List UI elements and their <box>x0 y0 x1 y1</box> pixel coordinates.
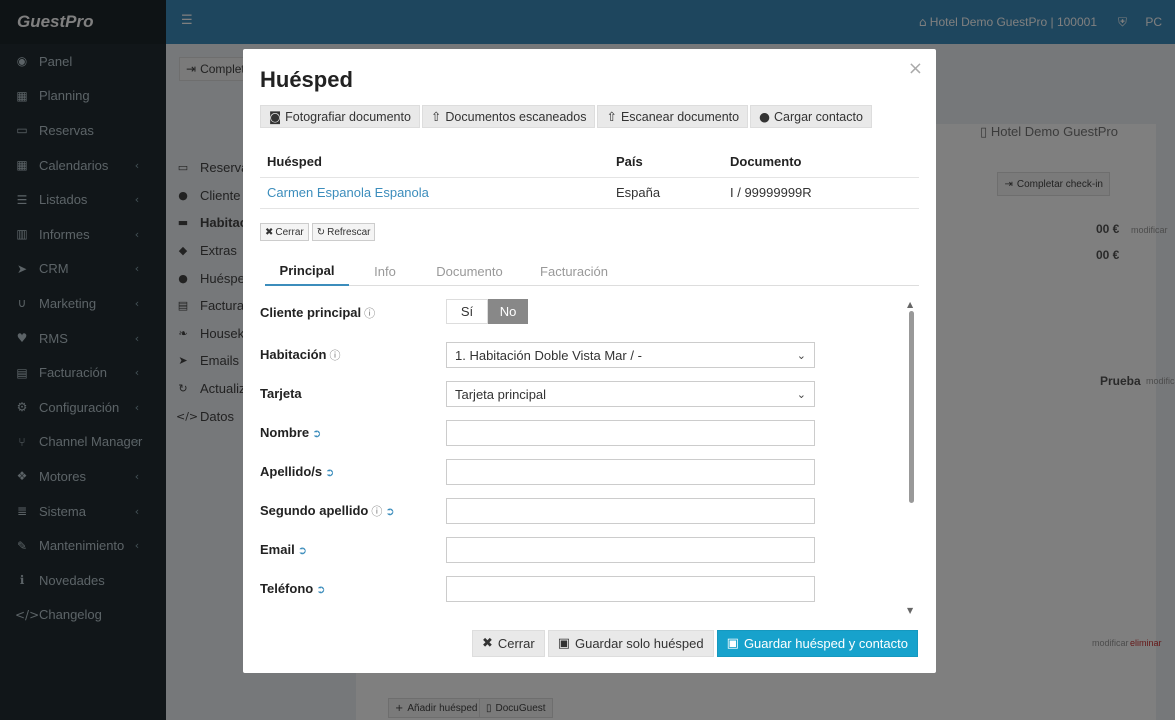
arrow-circle-right-icon[interactable]: ➲ <box>325 466 334 479</box>
scroll-down-icon[interactable]: ▼ <box>907 606 913 615</box>
guest-tabs: Principal Info Documento Facturación <box>265 257 919 286</box>
email-label: Email ➲ <box>260 542 307 557</box>
telefono-text: Teléfono <box>260 581 314 596</box>
row-nombre: Nombre ➲ <box>260 420 820 446</box>
modal-title: Huésped <box>260 67 353 92</box>
action-label: Fotografiar documento <box>285 109 411 124</box>
col-header-country: País <box>609 147 723 178</box>
email-field[interactable] <box>446 537 815 563</box>
save-guest-button[interactable]: ▣ Guardar solo huésped <box>547 630 714 657</box>
upload-icon: ⇧ <box>430 109 442 124</box>
scroll-thumb[interactable] <box>909 311 914 503</box>
guest-modal: Huésped × ◙ Fotografiar documento ⇧ Documen… <box>243 49 936 673</box>
tarjeta-select[interactable]: Tarjeta principal ⌄ <box>446 381 815 407</box>
cliente-principal-label: Cliente principal ⓘ <box>260 305 375 321</box>
tarjeta-label: Tarjeta <box>260 386 302 401</box>
action-label: Cargar contacto <box>774 109 863 124</box>
toggle-no[interactable]: No <box>488 299 528 324</box>
chevron-down-icon: ⌄ <box>796 348 806 362</box>
habitacion-label: Habitación ⓘ <box>260 347 340 363</box>
refresh-icon: ↻ <box>316 226 326 238</box>
cliente-principal-text: Cliente principal <box>260 305 362 320</box>
row-cliente-principal: Cliente principal ⓘ Sí No <box>260 299 820 326</box>
nombre-text: Nombre <box>260 425 310 440</box>
form-scrollbar[interactable]: ▲ ▼ <box>906 300 916 615</box>
close-icon[interactable]: × <box>908 58 923 79</box>
save-guest-label: Guardar solo huésped <box>574 636 704 651</box>
segundo-apellido-label: Segundo apellido ⓘ ➲ <box>260 503 395 519</box>
document-actions: ◙ Fotografiar documento ⇧ Documentos escane… <box>260 105 872 128</box>
habitacion-select[interactable]: 1. Habitación Doble Vista Mar / - ⌄ <box>446 342 815 368</box>
info-circle-icon[interactable]: ⓘ <box>329 347 340 363</box>
save-icon: ▣ <box>557 636 570 651</box>
times-icon: ✖ <box>481 636 493 651</box>
guest-document: I / 99999999R <box>723 177 919 209</box>
scroll-up-icon[interactable]: ▲ <box>907 300 913 309</box>
tab-info[interactable]: Info <box>349 257 421 286</box>
table-actions: ✖ Cerrar ↻ Refrescar <box>260 223 376 241</box>
tarjeta-value: Tarjeta principal <box>455 386 547 402</box>
action-label: Documentos escaneados <box>445 109 587 124</box>
save-both-label: Guardar huésped y contacto <box>743 636 908 651</box>
documentos-escaneadosbutton[interactable]: ⇧ Documentos escaneados <box>421 105 596 128</box>
segundo-apellido-field[interactable] <box>446 498 815 524</box>
telefono-field[interactable] <box>446 576 815 602</box>
row-telefono: Teléfono ➲ <box>260 576 820 602</box>
email-text: Email <box>260 542 295 557</box>
refresh-button[interactable]: ↻ Refrescar <box>311 223 376 241</box>
cancel-label: Cerrar <box>497 636 535 651</box>
action-label: Escanear documento <box>620 109 740 124</box>
guest-form: Cliente principal ⓘ Sí No Habitación ⓘ 1. … <box>260 295 920 615</box>
refresh-label: Refrescar <box>327 226 371 238</box>
close-table-button[interactable]: ✖ Cerrar <box>260 223 309 241</box>
habitacion-value: 1. Habitación Doble Vista Mar / - <box>455 347 642 363</box>
arrow-circle-right-icon[interactable]: ➲ <box>385 505 394 518</box>
cancel-button[interactable]: ✖ Cerrar <box>471 630 545 657</box>
apellido-text: Apellido/s <box>260 464 323 479</box>
upload-icon: ⇧ <box>606 109 617 124</box>
tab-principal[interactable]: Principal <box>265 257 349 286</box>
arrow-circle-right-icon[interactable]: ➲ <box>298 544 307 557</box>
fotografiar-documentobutton[interactable]: ◙ Fotografiar documento <box>260 105 420 128</box>
row-segundo-apellido: Segundo apellido ⓘ ➲ <box>260 498 820 524</box>
tab-documento[interactable]: Documento <box>421 257 518 286</box>
apellido-label: Apellido/s ➲ <box>260 464 334 479</box>
escanear-documentobutton[interactable]: ⇧ Escanear documento <box>597 105 749 128</box>
segundo-apellido-text: Segundo apellido <box>260 503 369 518</box>
guest-name-link[interactable]: Carmen Espanola Espanola <box>260 177 609 209</box>
row-habitacion: Habitación ⓘ 1. Habitación Doble Vista Ma… <box>260 342 820 368</box>
guest-country: España <box>609 177 723 209</box>
times-icon: ✖ <box>265 226 274 238</box>
nombre-label: Nombre ➲ <box>260 425 321 440</box>
telefono-label: Teléfono ➲ <box>260 581 325 596</box>
tab-facturacion[interactable]: Facturación <box>518 257 630 286</box>
row-email: Email ➲ <box>260 537 820 563</box>
chevron-down-icon: ⌄ <box>796 387 806 401</box>
guest-table: Huésped País Documento Carmen Espanola E… <box>260 147 919 209</box>
arrow-circle-right-icon[interactable]: ➲ <box>316 583 325 596</box>
modal-footer: ✖ Cerrar ▣ Guardar solo huésped ▣ Guardar h… <box>471 630 918 657</box>
cliente-principal-toggle: Sí No <box>446 299 528 324</box>
cargar-contactobutton[interactable]: ● Cargar contacto <box>750 105 872 128</box>
info-circle-icon[interactable]: ⓘ <box>364 305 375 321</box>
row-tarjeta: Tarjeta Tarjeta principal ⌄ <box>260 381 820 407</box>
col-header-guest: Huésped <box>260 147 609 178</box>
save-icon: ▣ <box>726 636 739 651</box>
arrow-circle-right-icon[interactable]: ➲ <box>312 427 321 440</box>
close-table-label: Cerrar <box>275 226 304 238</box>
habitacion-text: Habitación <box>260 347 327 362</box>
info-circle-icon[interactable]: ⓘ <box>371 503 382 519</box>
toggle-yes[interactable]: Sí <box>446 299 488 324</box>
apellido-field[interactable] <box>446 459 815 485</box>
table-row[interactable]: Carmen Espanola Espanola España I / 9999… <box>260 177 919 209</box>
nombre-field[interactable] <box>446 420 815 446</box>
user-plus-icon: ● <box>759 109 770 124</box>
row-apellido: Apellido/s ➲ <box>260 459 820 485</box>
camera-icon: ◙ <box>269 109 282 124</box>
save-guest-contact-button[interactable]: ▣ Guardar huésped y contacto <box>716 630 918 657</box>
col-header-document: Documento <box>723 147 919 178</box>
